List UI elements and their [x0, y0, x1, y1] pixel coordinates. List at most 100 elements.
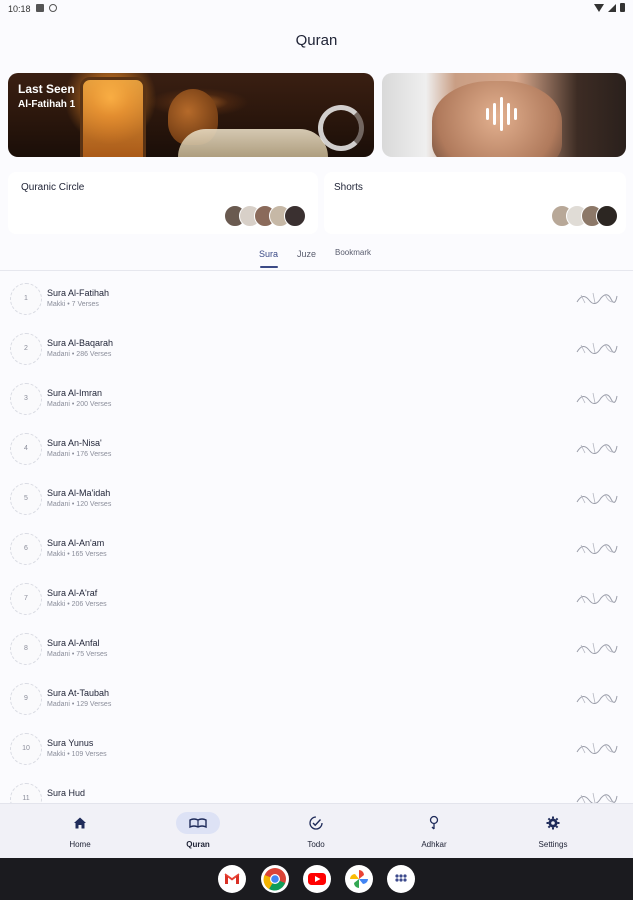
- sura-name: Sura Al-Imran: [47, 388, 103, 398]
- sura-number-badge: 2: [10, 333, 42, 365]
- sura-calligraphy-icon: [576, 342, 618, 354]
- sura-number-badge: 6: [10, 533, 42, 565]
- sura-number-badge: 1: [10, 283, 42, 315]
- sura-name: Sura Al-A'raf: [47, 588, 98, 598]
- nav-settings[interactable]: Settings: [513, 812, 593, 849]
- sura-name: Sura Al-Fatihah: [47, 288, 110, 298]
- nav-home[interactable]: Home: [40, 812, 120, 849]
- avatar: [284, 205, 306, 227]
- sura-calligraphy-icon: [576, 592, 618, 604]
- sura-calligraphy-icon: [576, 642, 618, 654]
- sura-tabs: Sura Juze Bookmark: [0, 247, 633, 269]
- shorts-label: Shorts: [334, 182, 363, 193]
- sura-calligraphy-icon: [576, 492, 618, 504]
- list-item[interactable]: 3 Sura Al-Imran Madani • 200 Verses: [0, 377, 633, 427]
- sura-name: Sura Al-An'am: [47, 538, 105, 548]
- sura-number-badge: 9: [10, 683, 42, 715]
- tab-sura[interactable]: Sura: [259, 249, 278, 259]
- sura-meta: Madani • 176 Verses: [47, 451, 112, 458]
- tab-juze[interactable]: Juze: [297, 249, 316, 259]
- sura-meta: Makki • 165 Verses: [47, 551, 107, 558]
- quranic-circle-label: Quranic Circle: [21, 182, 85, 193]
- sura-meta: Madani • 75 Verses: [47, 651, 108, 658]
- sura-meta: Madani • 200 Verses: [47, 401, 112, 408]
- sura-number-badge: 11: [10, 783, 42, 803]
- sura-calligraphy-icon: [576, 442, 618, 454]
- sura-number-badge: 8: [10, 633, 42, 665]
- sura-number-badge: 3: [10, 383, 42, 415]
- sura-calligraphy-icon: [576, 392, 618, 404]
- gmail-icon[interactable]: [218, 865, 246, 893]
- list-item[interactable]: 10 Sura Yunus Makki • 109 Verses: [0, 727, 633, 777]
- nav-todo-label: Todo: [307, 840, 325, 849]
- sura-calligraphy-icon: [576, 742, 618, 754]
- list-item[interactable]: 4 Sura An-Nisa' Madani • 176 Verses: [0, 427, 633, 477]
- list-item[interactable]: 7 Sura Al-A'raf Makki • 206 Verses: [0, 577, 633, 627]
- list-item[interactable]: 6 Sura Al-An'am Makki • 165 Verses: [0, 527, 633, 577]
- progress-ring-icon: [318, 105, 364, 151]
- photos-icon[interactable]: [345, 865, 373, 893]
- nav-quran[interactable]: Quran: [158, 812, 238, 849]
- sura-name: Sura At-Taubah: [47, 688, 110, 698]
- status-system-icons: [594, 3, 625, 12]
- chrome-icon[interactable]: [261, 865, 289, 893]
- sura-meta: Makki • 7 Verses: [47, 301, 99, 308]
- sura-calligraphy-icon: [576, 792, 618, 803]
- sura-calligraphy-icon: [576, 292, 618, 304]
- home-icon: [58, 812, 102, 834]
- list-item[interactable]: 11 Sura Hud: [0, 777, 633, 803]
- youtube-icon[interactable]: [303, 865, 331, 893]
- app-drawer-icon[interactable]: [387, 865, 415, 893]
- shorts-card[interactable]: Shorts: [324, 172, 626, 234]
- sura-number-badge: 10: [10, 733, 42, 765]
- list-item[interactable]: 5 Sura Al-Ma'idah Madani • 120 Verses: [0, 477, 633, 527]
- sura-number-badge: 7: [10, 583, 42, 615]
- quran-icon: [176, 812, 220, 834]
- sura-meta: Madani • 120 Verses: [47, 501, 112, 508]
- sura-meta: Madani • 129 Verses: [47, 701, 112, 708]
- sura-name: Sura Al-Anfal: [47, 638, 100, 648]
- divider: [0, 270, 633, 271]
- shorts-avatars: [551, 205, 618, 227]
- nav-adhkar-label: Adhkar: [421, 840, 447, 849]
- sura-meta: Makki • 206 Verses: [47, 601, 107, 608]
- list-item[interactable]: 9 Sura At-Taubah Madani • 129 Verses: [0, 677, 633, 727]
- sura-meta: Makki • 109 Verses: [47, 751, 107, 758]
- quranic-circle-card[interactable]: Quranic Circle: [8, 172, 318, 234]
- last-seen-label: Last Seen Al-Fatihah 1: [18, 81, 75, 113]
- sura-name: Sura Yunus: [47, 738, 94, 748]
- nav-adhkar[interactable]: Adhkar: [394, 812, 474, 849]
- list-item[interactable]: 8 Sura Al-Anfal Madani • 75 Verses: [0, 627, 633, 677]
- todo-icon: [294, 812, 338, 834]
- system-taskbar: [0, 858, 633, 900]
- adhkar-icon: [412, 812, 456, 834]
- sura-name: Sura Al-Ma'idah: [47, 488, 111, 498]
- sura-list[interactable]: 1 Sura Al-Fatihah Makki • 7 Verses 2 Sur…: [0, 277, 633, 803]
- nav-home-label: Home: [69, 840, 91, 849]
- active-tab-indicator: [260, 266, 278, 268]
- list-item[interactable]: 1 Sura Al-Fatihah Makki • 7 Verses: [0, 277, 633, 327]
- last-seen-banner[interactable]: Last Seen Al-Fatihah 1: [8, 73, 374, 157]
- reciter-audio-banner[interactable]: [382, 73, 626, 157]
- sura-number-badge: 4: [10, 433, 42, 465]
- tab-bookmark[interactable]: Bookmark: [335, 248, 371, 257]
- sura-name: Sura An-Nisa': [47, 438, 102, 448]
- quran-book-image: [178, 129, 328, 157]
- bottom-navigation: Home Quran Todo Adhkar Settings: [0, 803, 633, 858]
- sd-card-icon: [36, 4, 44, 12]
- nav-quran-label: Quran: [186, 840, 210, 849]
- battery-icon: [620, 3, 625, 12]
- sura-meta: Madani • 286 Verses: [47, 351, 112, 358]
- page-title: Quran: [295, 32, 338, 49]
- avatar: [596, 205, 618, 227]
- status-time: 10:18: [8, 4, 31, 14]
- sura-name: Sura Hud: [47, 788, 86, 798]
- audio-wave-icon: [486, 97, 517, 131]
- last-seen-sura: Al-Fatihah 1: [18, 99, 76, 110]
- nav-todo[interactable]: Todo: [276, 812, 356, 849]
- list-item[interactable]: 2 Sura Al-Baqarah Madani • 286 Verses: [0, 327, 633, 377]
- settings-icon: [531, 812, 575, 834]
- wifi-icon: [594, 3, 604, 12]
- sura-calligraphy-icon: [576, 692, 618, 704]
- status-bar: 10:18: [0, 0, 633, 20]
